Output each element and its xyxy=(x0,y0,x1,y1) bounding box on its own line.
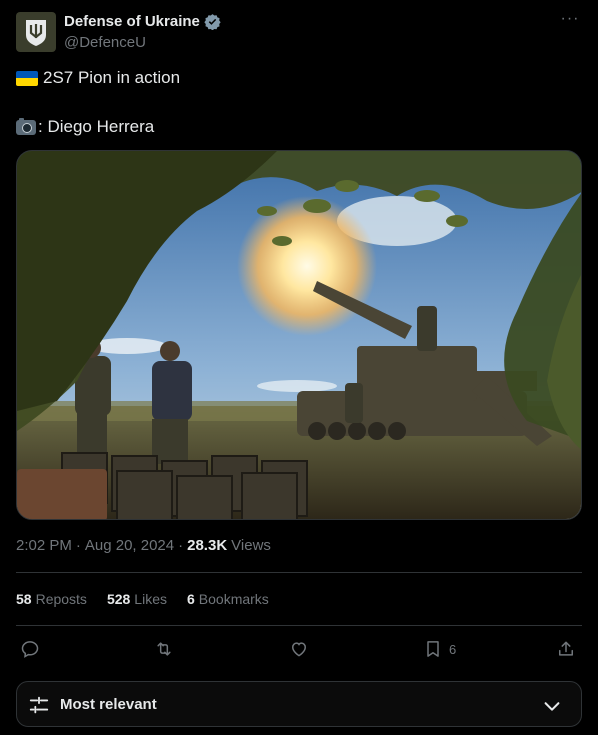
bookmarks-stat[interactable]: 6 Bookmarks xyxy=(187,591,269,607)
likes-count: 528 xyxy=(106,591,131,607)
meta-separator: · xyxy=(75,537,81,554)
share-icon xyxy=(559,641,573,656)
tweet-photo[interactable] xyxy=(16,150,582,520)
sort-label: Most relevant xyxy=(60,696,157,713)
more-options-icon[interactable]: ··· xyxy=(558,11,582,32)
like-button[interactable] xyxy=(289,636,309,662)
reposts-count: 58 xyxy=(16,591,32,607)
bookmarks-label: Bookmarks xyxy=(198,591,269,607)
chevron-down-icon xyxy=(544,702,560,711)
tweet-date[interactable]: Aug 20, 2024 xyxy=(85,537,174,554)
tweet-meta: 2:02 PM · Aug 20, 2024 · 28.3K Views xyxy=(16,537,271,554)
ukraine-flag-icon xyxy=(16,70,38,86)
tweet-line-1: 2S7 Pion in action xyxy=(43,68,181,87)
likes-label: Likes xyxy=(134,591,167,607)
trident-emblem-icon xyxy=(26,20,46,46)
sliders-icon xyxy=(29,696,49,714)
likes-stat[interactable]: 528 Likes xyxy=(107,591,167,607)
reply-sort-selector[interactable]: Most relevant xyxy=(16,681,582,727)
heart-icon xyxy=(291,642,307,657)
avatar[interactable] xyxy=(16,12,56,52)
display-name[interactable]: Defense of Ukraine xyxy=(64,13,200,30)
repost-button[interactable] xyxy=(154,636,174,662)
tweet-header: Defense of Ukraine @DefenceU ··· xyxy=(16,11,582,54)
views-count: 28.3K xyxy=(187,537,228,554)
verified-badge-icon xyxy=(204,14,221,30)
reply-button[interactable] xyxy=(20,636,40,662)
meta-separator: · xyxy=(178,537,184,554)
reposts-label: Reposts xyxy=(35,591,87,607)
bookmarks-count: 6 xyxy=(186,591,195,607)
bookmark-button[interactable]: 6 xyxy=(423,636,456,662)
camera-icon xyxy=(16,117,36,135)
share-button[interactable] xyxy=(556,636,576,662)
tweet-time[interactable]: 2:02 PM xyxy=(16,537,72,554)
bookmark-icon xyxy=(427,641,439,657)
reply-icon xyxy=(21,641,39,658)
bookmark-count: 6 xyxy=(449,641,457,657)
engagement-stats: 58 Reposts 528 Likes 6 Bookmarks xyxy=(16,591,269,607)
tweet-text: 2S7 Pion in action : Diego Herrera xyxy=(16,67,180,138)
tweet-line-2: : Diego Herrera xyxy=(38,117,155,136)
action-bar: 6 xyxy=(16,636,582,664)
divider xyxy=(16,625,582,626)
reposts-stat[interactable]: 58 Reposts xyxy=(16,591,87,607)
views-label: Views xyxy=(231,537,271,554)
divider xyxy=(16,572,582,573)
handle[interactable]: @DefenceU xyxy=(64,34,146,51)
repost-icon xyxy=(157,642,171,656)
artillery-photo xyxy=(17,151,581,519)
